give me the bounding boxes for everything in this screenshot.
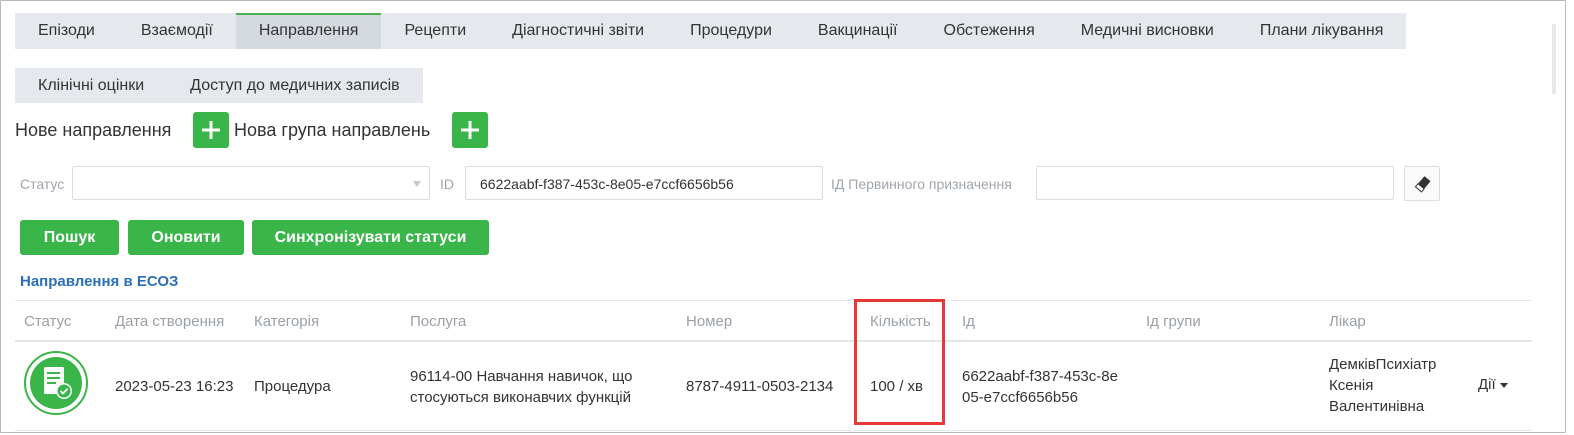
primary-id-input[interactable]: [1036, 166, 1394, 200]
tab-vaccinations[interactable]: Вакцинації: [795, 13, 921, 49]
primary-id-filter-label: ІД Первинного призначення: [831, 176, 1012, 192]
chevron-down-icon: [413, 181, 421, 187]
refresh-button[interactable]: Оновити: [128, 220, 244, 255]
tab-referrals[interactable]: Направлення: [235, 13, 382, 49]
id-input[interactable]: 6622aabf-f387-453c-8e05-e7ccf6656b56: [465, 166, 823, 200]
tabs-row-2: Клінічні оцінки Доступ до медичних запис…: [15, 68, 423, 103]
column-quantity: Кількість: [870, 313, 931, 330]
cell-category: Процедура: [254, 378, 331, 395]
column-category: Категорія: [254, 313, 320, 330]
new-referral-label: Нове направлення: [15, 120, 172, 140]
column-group-id: Ід групи: [1146, 313, 1201, 330]
new-group-label: Нова група направлень: [234, 120, 431, 140]
tab-treatment-plans[interactable]: Плани лікування: [1237, 13, 1407, 49]
referrals-table: Статус Дата створення Категорія Послуга …: [15, 300, 1532, 431]
table-header: Статус Дата створення Категорія Послуга …: [15, 300, 1532, 342]
document-check-icon: [24, 351, 88, 415]
tab-interactions[interactable]: Взаємодії: [118, 13, 236, 49]
add-referral-button[interactable]: [193, 112, 229, 148]
cell-service: 96114-00 Навчання навичок, що стосуються…: [410, 368, 633, 406]
cell-created: 2023-05-23 16:23: [115, 378, 234, 395]
tabs-row-1: Епізоди Взаємодії Направлення Рецепти Ді…: [15, 13, 1407, 49]
tab-clinical-assessments[interactable]: Клінічні оцінки: [15, 68, 167, 103]
cell-id: 6622aabf-f387-453c-8e05-e7ccf6656b56: [962, 368, 1118, 406]
caret-down-icon: [1499, 382, 1508, 388]
column-service: Послуга: [410, 313, 467, 330]
eraser-icon: [1414, 176, 1431, 193]
sync-statuses-button[interactable]: Синхронізувати статуси: [252, 220, 489, 255]
row-actions-dropdown[interactable]: Дії: [1478, 376, 1508, 393]
table-row[interactable]: 2023-05-23 16:23 Процедура 96114-00 Навч…: [15, 342, 1532, 431]
add-referral-group-button[interactable]: [452, 112, 488, 148]
status-select[interactable]: [72, 166, 430, 200]
status-filter-label: Статус: [20, 176, 65, 192]
column-id: Ід: [962, 313, 975, 330]
column-status: Статус: [24, 313, 72, 330]
cell-quantity: 100 / хв: [870, 378, 923, 395]
cell-doctor: ДемківПсихіатр Ксенія Валентинівна: [1329, 356, 1437, 415]
id-filter-label: ID: [440, 176, 454, 192]
search-button[interactable]: Пошук: [20, 220, 119, 255]
tab-medical-records-access[interactable]: Доступ до медичних записів: [167, 68, 422, 103]
clear-filters-button[interactable]: [1404, 166, 1440, 201]
tab-medical-conclusions[interactable]: Медичні висновки: [1058, 13, 1237, 49]
cell-number: 8787-4911-0503-2134: [686, 378, 834, 395]
row-actions-label: Дії: [1478, 376, 1496, 393]
column-number: Номер: [686, 313, 733, 330]
tab-procedures[interactable]: Процедури: [667, 13, 795, 49]
filter-bar: Статус ID 6622aabf-f387-453c-8e05-e7ccf6…: [15, 166, 1445, 202]
tab-examinations[interactable]: Обстеження: [921, 13, 1058, 49]
section-title: Направлення в ЕСОЗ: [20, 273, 179, 290]
column-doctor: Лікар: [1329, 313, 1366, 330]
tab-diagnostic-reports[interactable]: Діагностичні звіти: [489, 13, 667, 49]
column-created: Дата створення: [115, 313, 225, 330]
tab-episodes[interactable]: Епізоди: [15, 13, 118, 49]
plus-icon: [461, 121, 479, 139]
plus-icon: [202, 121, 220, 139]
tab-prescriptions[interactable]: Рецепти: [381, 13, 489, 49]
scrollbar-thumb[interactable]: [1552, 24, 1556, 94]
